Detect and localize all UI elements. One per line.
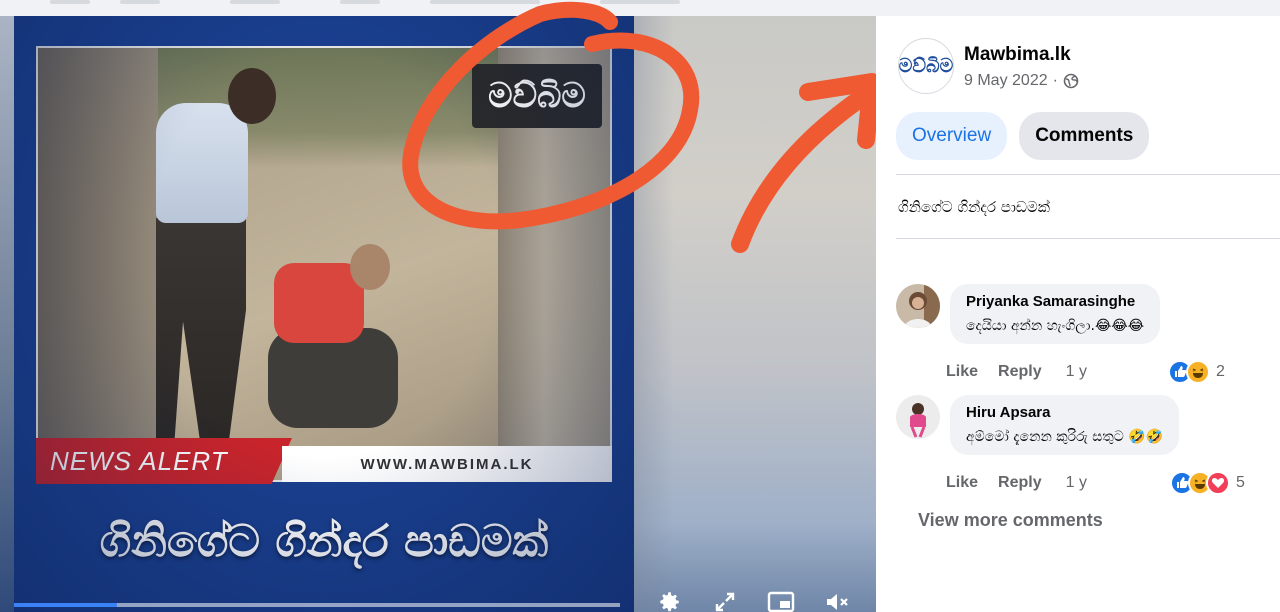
scene-standing-person-head	[228, 68, 276, 124]
top-bar-item	[430, 0, 540, 4]
comment-bubble: Priyanka Samarasinghe දෙයියා අන්න හැංගිල…	[950, 284, 1161, 344]
haha-reaction-icon	[1186, 360, 1210, 384]
mute-button[interactable]	[822, 590, 852, 612]
top-bar-item	[230, 0, 280, 4]
news-alert-banner: NEWS ALERT	[36, 438, 292, 484]
comment-author[interactable]: Priyanka Samarasinghe	[966, 293, 1144, 310]
scene-seated-person-legs	[268, 328, 398, 428]
like-button[interactable]: Like	[946, 474, 978, 492]
comment-author[interactable]: Hiru Apsara	[966, 404, 1163, 421]
post-text: ගිනිගේට ගින්දර පාඩමක්	[898, 198, 1050, 216]
page-name-link[interactable]: Mawbima.lk	[964, 44, 1071, 66]
reaction-count: 2	[1216, 363, 1225, 380]
page-avatar[interactable]: මව්බිම	[898, 38, 954, 94]
comment-actions: Like Reply 1 y	[946, 363, 1087, 381]
avatar[interactable]	[896, 284, 940, 328]
video-blur-right	[634, 16, 876, 612]
page-avatar-logo: මව්බිම	[898, 55, 954, 77]
reaction-summary[interactable]: 2	[1168, 360, 1225, 384]
watermark-text: මව්බිම	[488, 76, 586, 116]
picture-in-picture-icon	[767, 591, 795, 612]
video-blur-left	[0, 16, 14, 612]
meta-separator: ·	[1052, 72, 1058, 89]
comment-time[interactable]: 1 y	[1066, 363, 1087, 381]
video-player[interactable]: මව්බිම NEWS ALERT WWW.MAWBIMA.LK ගිනිගේට…	[0, 16, 876, 612]
video-scene	[36, 46, 612, 482]
scene-seated-person-head	[350, 244, 390, 290]
comment-bubble: Hiru Apsara අම්මෝ දැනෙන කුරිරු සතුට 🤣🤣	[950, 395, 1180, 455]
top-bar-item	[50, 0, 90, 4]
view-more-comments-link[interactable]: View more comments	[918, 510, 1103, 531]
settings-icon	[660, 592, 679, 612]
watermark-badge: මව්බිම	[472, 64, 602, 128]
fullscreen-button[interactable]	[710, 590, 740, 612]
scene-shrubs	[158, 48, 518, 168]
comment-text: අම්මෝ දැනෙන කුරිරු සතුට 🤣🤣	[966, 429, 1164, 445]
love-reaction-icon	[1206, 471, 1230, 495]
top-bar-item	[340, 0, 380, 4]
url-banner-text: WWW.MAWBIMA.LK	[360, 455, 534, 473]
scene-pillar	[498, 48, 610, 480]
comment-actions: Like Reply 1 y	[946, 474, 1087, 492]
picture-in-picture-button[interactable]	[766, 590, 796, 612]
avatar[interactable]	[896, 395, 940, 439]
mute-icon	[827, 594, 848, 610]
post-tabs: Overview Comments	[896, 112, 1150, 160]
divider	[896, 174, 1280, 175]
top-bar-item	[600, 0, 680, 4]
scene-standing-person-legs	[156, 218, 246, 448]
post-date[interactable]: 9 May 2022	[964, 72, 1048, 90]
comment-time[interactable]: 1 y	[1066, 474, 1087, 492]
post-meta: 9 May 2022 ·	[964, 72, 1079, 90]
like-button[interactable]: Like	[946, 363, 978, 381]
top-bar	[0, 0, 1280, 16]
comment-text: දෙයියා අන්න හැංගිලා.😂😂😂	[966, 318, 1145, 334]
tab-overview[interactable]: Overview	[896, 112, 1008, 160]
top-bar-item	[120, 0, 160, 4]
divider	[896, 238, 1280, 239]
video-progress-bar[interactable]	[14, 603, 620, 607]
news-alert-text: NEWS ALERT	[50, 445, 228, 476]
video-controls	[654, 590, 852, 612]
globe-icon	[1063, 73, 1079, 89]
tab-comments[interactable]: Comments	[1019, 112, 1150, 160]
video-caption: ගිනිගේට ගින්දර පාඩමක්	[99, 516, 549, 567]
reaction-summary[interactable]: 5	[1170, 471, 1245, 495]
reaction-count: 5	[1236, 474, 1245, 491]
settings-button[interactable]	[654, 590, 684, 612]
video-frame: මව්බිම NEWS ALERT WWW.MAWBIMA.LK ගිනිගේට…	[14, 16, 634, 612]
reply-button[interactable]: Reply	[998, 363, 1042, 381]
video-progress-fill	[14, 603, 118, 607]
user-avatar-photo-icon	[896, 284, 940, 328]
scene-seated-person	[274, 263, 364, 343]
reply-button[interactable]: Reply	[998, 474, 1042, 492]
url-banner: WWW.MAWBIMA.LK	[282, 446, 612, 482]
post-panel: මව්බිම Mawbima.lk 9 May 2022 · Overview …	[876, 16, 1280, 612]
scene-standing-person	[156, 103, 248, 223]
scene-wall	[38, 48, 158, 480]
user-avatar-photo-icon	[896, 395, 940, 439]
fullscreen-icon	[715, 592, 735, 612]
